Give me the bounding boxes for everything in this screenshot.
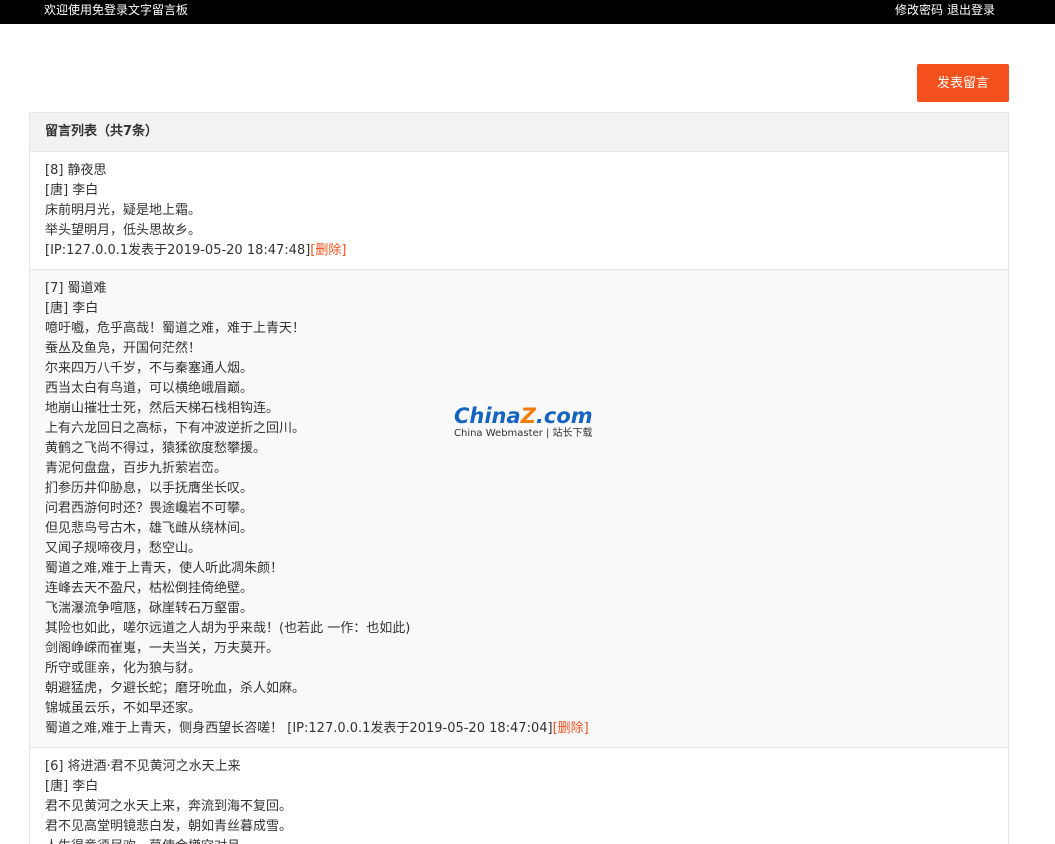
message-list-panel: 留言列表（共7条） [8] 静夜思 [唐] 李白 床前明月光，疑是地上霜。 举头望明月…	[29, 112, 1009, 844]
message-line: 其险也如此，嗟尔远道之人胡为乎来哉！(也若此 一作：也如此)	[45, 621, 411, 636]
message-line: 锦城虽云乐，不如早还家。	[45, 701, 202, 716]
message-line: 举头望明月，低头思故乡。	[45, 223, 202, 238]
message-ip-timestamp: [IP:127.0.0.1发表于2019-05-20 18:47:04]	[283, 721, 553, 736]
message-line: 连峰去天不盈尺，枯松倒挂倚绝壁。	[45, 581, 254, 596]
logout-link[interactable]: 退出登录	[947, 3, 995, 17]
message-line: 蜀道之难,难于上青天，使人听此凋朱颜！	[45, 561, 284, 576]
message-list-header: 留言列表（共7条）	[30, 113, 1008, 152]
message-meta: [IP:127.0.0.1发表于2019-05-20 18:47:48][删除]	[45, 241, 993, 261]
message-line: 上有六龙回日之高标，下有冲波逆折之回川。	[45, 421, 306, 436]
message-ip-timestamp: [IP:127.0.0.1发表于2019-05-20 18:47:48]	[45, 243, 311, 258]
message-last-line: 蜀道之难,难于上青天，侧身西望长咨嗟！	[45, 721, 284, 736]
message-line: 但见悲鸟号古木，雄飞雌从绕林间。	[45, 521, 254, 536]
message-title: [8] 静夜思	[45, 163, 107, 178]
message-item: [6] 将进酒·君不见黄河之水天上来 [唐] 李白君不见黄河之水天上来，奔流到海不…	[30, 748, 1008, 844]
message-author: [唐] 李白	[45, 301, 99, 316]
message-line: 君不见高堂明镜悲白发，朝如青丝暮成雪。	[45, 819, 293, 834]
message-line: 问君西游何时还？畏途巉岩不可攀。	[45, 501, 254, 516]
message-line: 又闻子规啼夜月，愁空山。	[45, 541, 202, 556]
user-links: 修改密码 退出登录	[895, 0, 995, 20]
message-line: 床前明月光，疑是地上霜。	[45, 203, 202, 218]
message-line: 尔来四万八千岁，不与秦塞通人烟。	[45, 361, 254, 376]
message-item: [7] 蜀道难 [唐] 李白噫吁嚱，危乎高哉！蜀道之难，难于上青天！ 蚕丛及鱼凫，开…	[30, 270, 1008, 748]
message-title: [7] 蜀道难	[45, 281, 107, 296]
message-line: 朝避猛虎，夕避长蛇；磨牙吮血，杀人如麻。	[45, 681, 306, 696]
delete-message-link[interactable]: [删除]	[553, 721, 589, 736]
change-password-link[interactable]: 修改密码	[895, 3, 943, 17]
message-line: 西当太白有鸟道，可以横绝峨眉巅。	[45, 381, 254, 396]
message-line: 扪参历井仰胁息，以手抚膺坐长叹。	[45, 481, 254, 496]
message-line: 青泥何盘盘，百步九折萦岩峦。	[45, 461, 228, 476]
message-list: [8] 静夜思 [唐] 李白 床前明月光，疑是地上霜。 举头望明月，低头思故乡。 [I…	[30, 152, 1008, 844]
message-title: [6] 将进酒·君不见黄河之水天上来	[45, 759, 241, 774]
message-line: 飞湍瀑流争喧豗，砯崖转石万壑雷。	[45, 601, 254, 616]
message-author: [唐] 李白	[45, 779, 99, 794]
top-bar: 欢迎使用免登录文字留言板 修改密码 退出登录	[0, 0, 1055, 24]
message-line: 人生得意须尽欢，莫使金樽空对月。	[45, 837, 993, 844]
message-line: 君不见黄河之水天上来，奔流到海不复回。	[45, 799, 293, 814]
message-line: 地崩山摧壮士死，然后天梯石栈相钩连。	[45, 401, 280, 416]
message-line: 黄鹤之飞尚不得过，猿猱欲度愁攀援。	[45, 441, 267, 456]
message-meta: 蜀道之难,难于上青天，侧身西望长咨嗟！ [IP:127.0.0.1发表于2019…	[45, 719, 993, 739]
message-item: [8] 静夜思 [唐] 李白床前明月光，疑是地上霜。 举头望明月，低头思故乡。 [I…	[30, 152, 1008, 270]
post-message-button[interactable]: 发表留言	[917, 64, 1009, 102]
message-line: 剑阁峥嵘而崔嵬，一夫当关，万夫莫开。	[45, 641, 280, 656]
message-line: 蚕丛及鱼凫，开国何茫然！	[45, 341, 202, 356]
delete-message-link[interactable]: [删除]	[310, 243, 346, 258]
message-line: 所守或匪亲，化为狼与豺。	[45, 661, 202, 676]
site-title: 欢迎使用免登录文字留言板	[44, 3, 189, 17]
message-line: 噫吁嚱，危乎高哉！蜀道之难，难于上青天！	[45, 321, 306, 336]
message-author: [唐] 李白	[45, 183, 99, 198]
